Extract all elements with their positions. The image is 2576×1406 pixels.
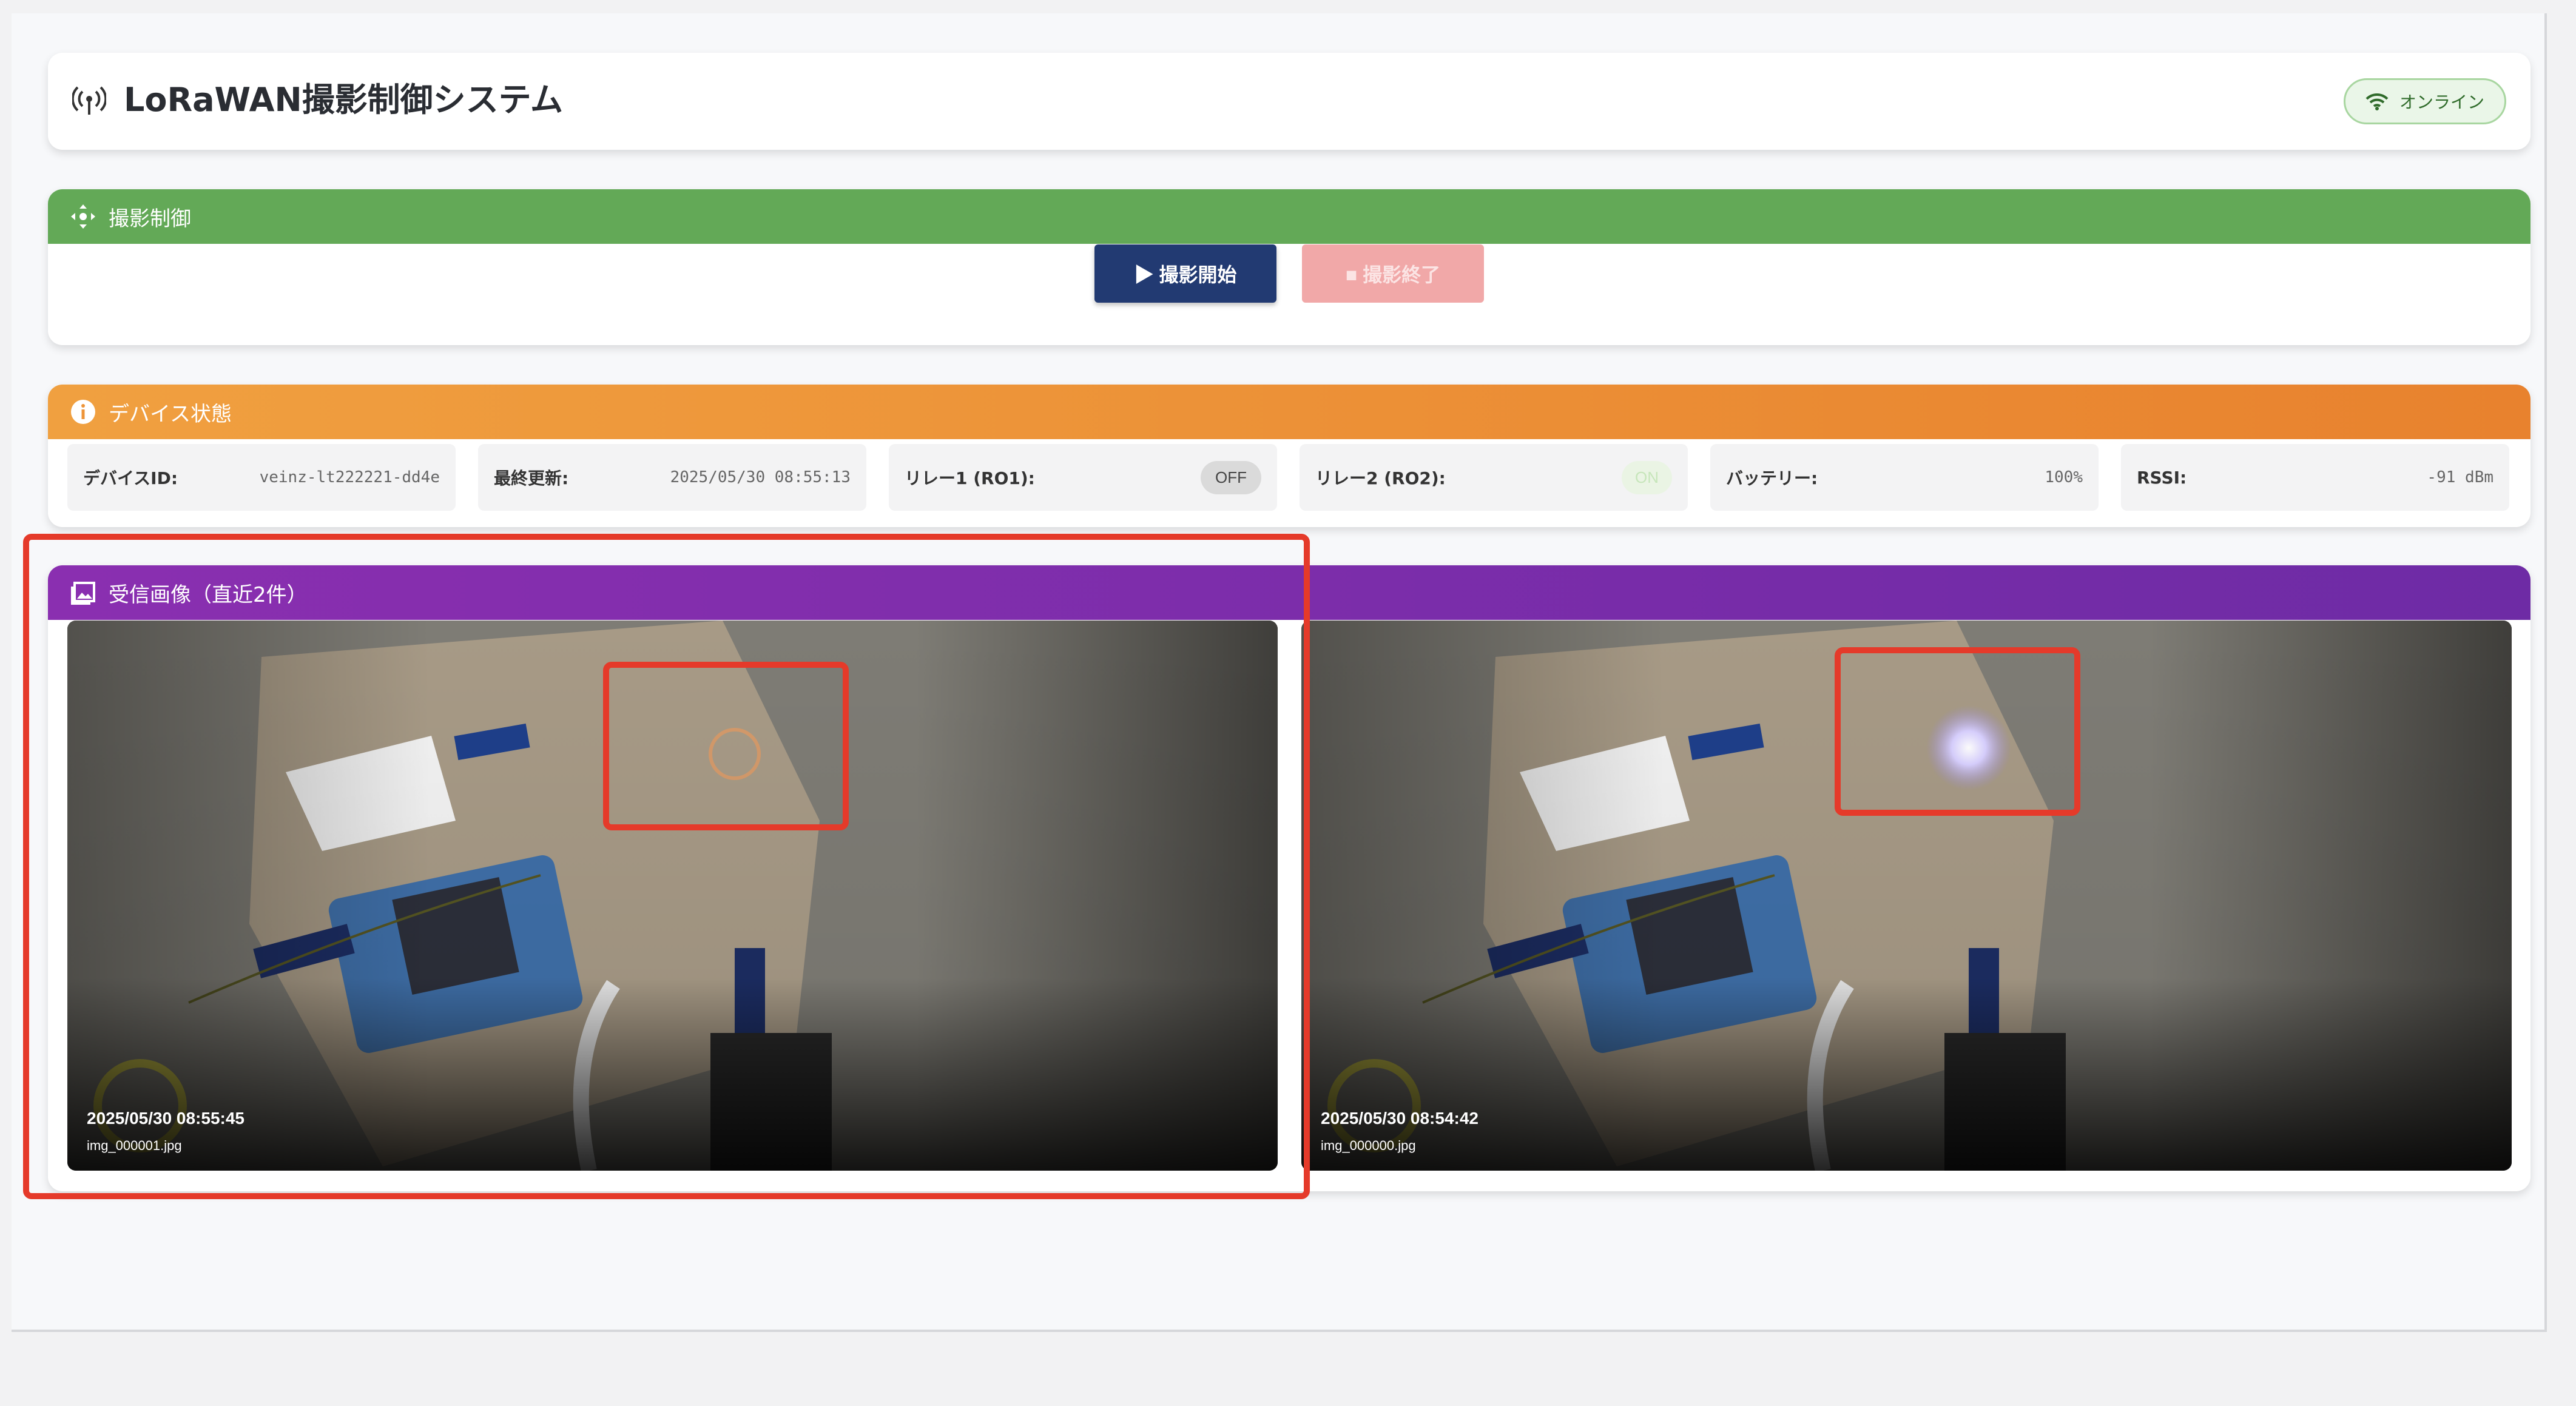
- image-timestamp: 2025/05/30 08:54:42: [1321, 1109, 1479, 1128]
- broadcast-icon: [72, 86, 106, 115]
- stat-label: リレー2 (RO2):: [1315, 468, 1446, 488]
- page-title: LoRaWAN撮影制御システム: [124, 81, 564, 119]
- stat-label: デバイスID:: [83, 468, 178, 488]
- wifi-icon: [2365, 93, 2389, 110]
- stat-rssi: RSSI: -91 dBm: [2121, 444, 2509, 511]
- annotation-box-light-on: [1835, 647, 2080, 816]
- stat-last-updated: 最終更新: 2025/05/30 08:55:13: [478, 444, 866, 511]
- start-capture-button[interactable]: ▶ 撮影開始: [1094, 244, 1276, 303]
- device-status-header: デバイス状態: [48, 385, 2530, 439]
- stat-relay2: リレー2 (RO2): ON: [1300, 444, 1688, 511]
- stat-label: RSSI:: [2137, 467, 2187, 488]
- info-icon: [71, 400, 95, 424]
- stop-capture-button[interactable]: ■ 撮影終了: [1302, 244, 1484, 303]
- browser-viewport: LoRaWAN撮影制御システム オンライン 撮影制御 ▶ 撮影開始 ■ 撮影終了: [12, 13, 2547, 1332]
- capture-control-title: 撮影制御: [109, 206, 191, 231]
- stat-value: 2025/05/30 08:55:13: [670, 468, 851, 486]
- capture-control-header: 撮影制御: [48, 189, 2530, 244]
- image-caption: 2025/05/30 08:54:42 img_000000.jpg: [1321, 1109, 1479, 1154]
- connection-status-badge: オンライン: [2344, 78, 2506, 124]
- annotation-box-latest-image: [23, 534, 1310, 1199]
- connection-status-label: オンライン: [2399, 92, 2484, 112]
- stat-label: バッテリー:: [1726, 468, 1818, 488]
- relay2-status-badge: ON: [1622, 460, 1672, 494]
- annotation-box-light-off: [603, 662, 849, 830]
- capture-control-panel: 撮影制御 ▶ 撮影開始 ■ 撮影終了: [48, 189, 2530, 345]
- stat-relay1: リレー1 (RO1): OFF: [889, 444, 1277, 511]
- stat-label: 最終更新:: [494, 468, 569, 488]
- stat-label: リレー1 (RO1):: [905, 468, 1035, 488]
- stat-value: 100%: [2045, 468, 2083, 486]
- stat-value: -91 dBm: [2427, 468, 2493, 486]
- image-filename: img_000000.jpg: [1321, 1138, 1416, 1153]
- stat-battery: バッテリー: 100%: [1710, 444, 2099, 511]
- app-header: LoRaWAN撮影制御システム オンライン: [48, 53, 2530, 150]
- device-status-title: デバイス状態: [109, 402, 232, 426]
- device-status-panel: デバイス状態 デバイスID: veinz-lt222221-dd4e 最終更新:…: [48, 385, 2530, 527]
- move-icon: [71, 204, 95, 229]
- stat-value: veinz-lt222221-dd4e: [259, 468, 440, 486]
- stat-device-id: デバイスID: veinz-lt222221-dd4e: [67, 444, 456, 511]
- relay1-status-badge: OFF: [1201, 460, 1261, 494]
